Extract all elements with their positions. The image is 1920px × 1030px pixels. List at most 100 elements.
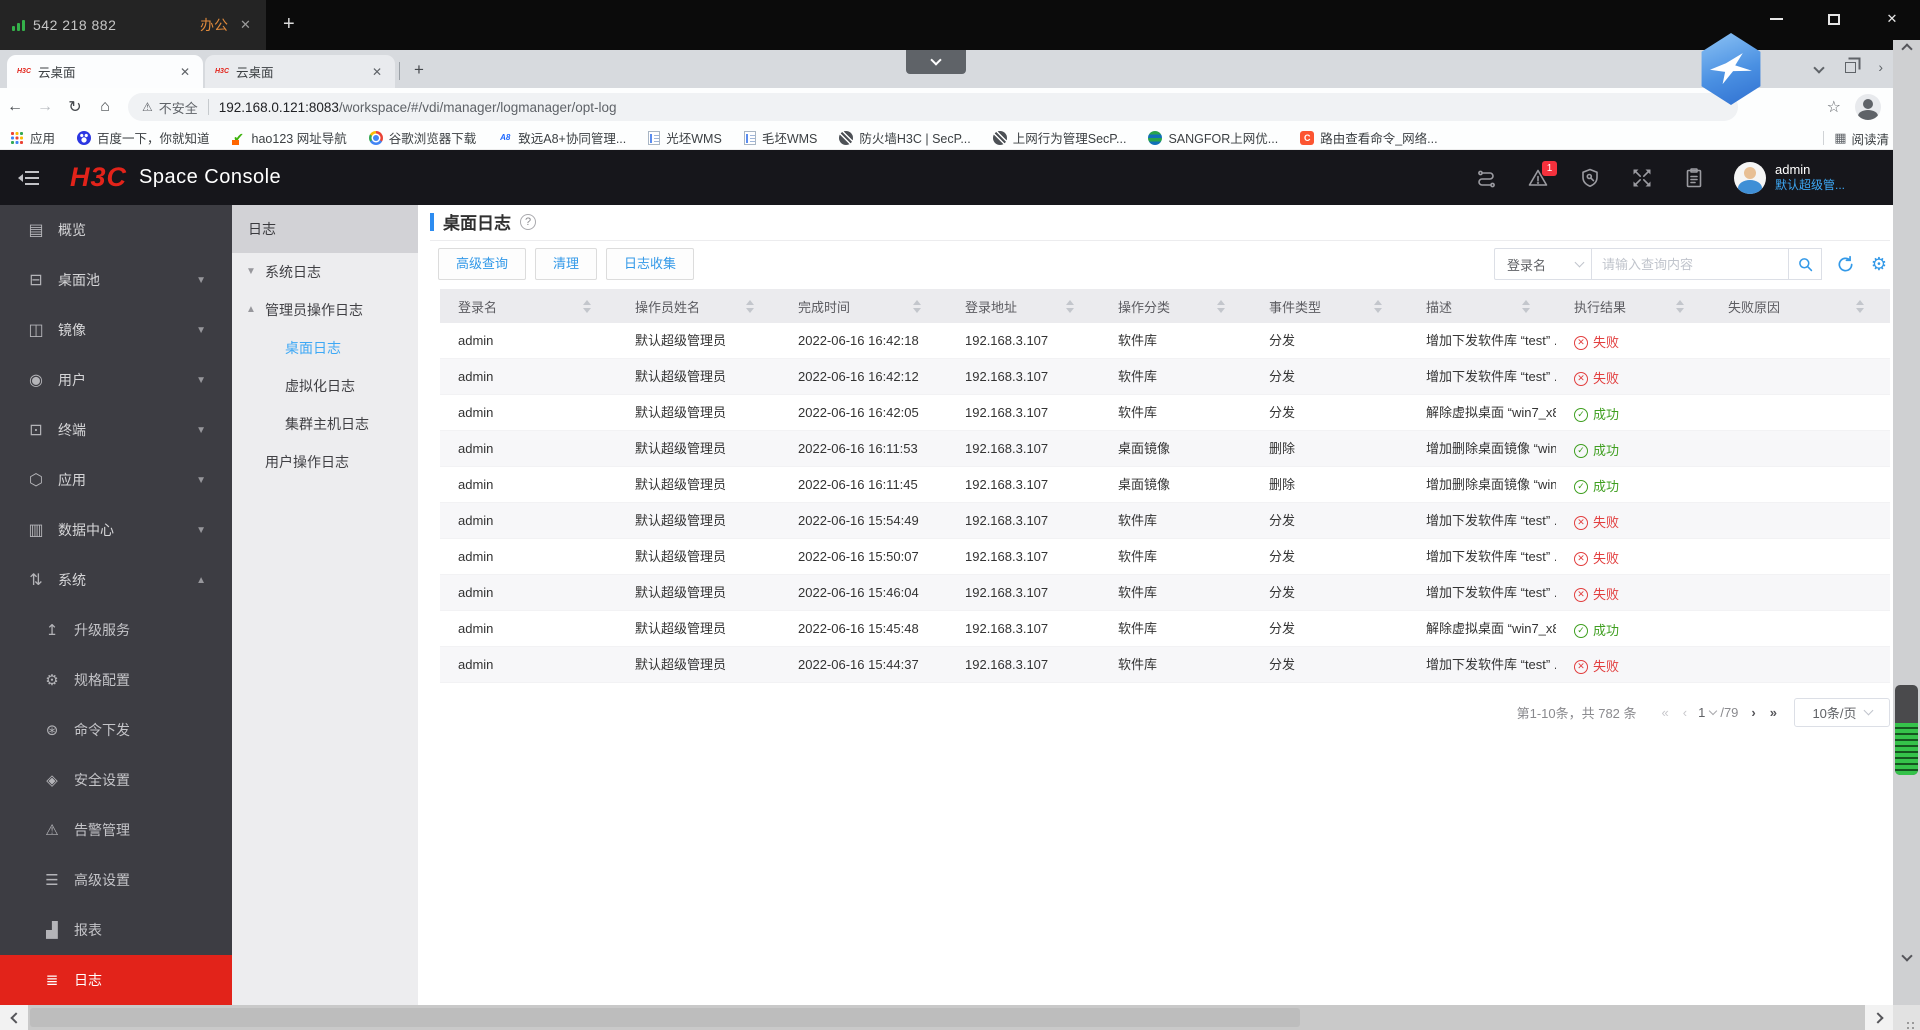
sidebar-item-高级设置[interactable]: ☰ 高级设置 [0,855,232,905]
new-tab-button[interactable]: + [408,60,430,82]
url-field[interactable]: ⚠ 不安全 192.168.0.121:8083 /workspace/#/vd… [128,93,1738,121]
sort-carets-icon[interactable] [1374,299,1382,313]
window-close-button[interactable]: ✕ [1872,6,1912,32]
sidebar-item-安全设置[interactable]: ◈ 安全设置 [0,755,232,805]
help-icon[interactable]: ? [520,213,536,230]
bookmark-star-icon[interactable]: ☆ [1827,97,1841,117]
bookmark-item[interactable]: C 路由查看命令_网络... [1300,128,1438,147]
page-size-select[interactable]: 10条/页 [1794,697,1890,727]
restore-window-icon[interactable] [1845,61,1857,73]
alarm-bell-icon[interactable]: 1 [1526,160,1557,190]
sidebar-item-概览[interactable]: ▤ 概览 [0,205,232,255]
bookmark-item[interactable]: 谷歌浏览器下载 [368,128,476,147]
bookmark-item[interactable]: A8 致远A8+协同管理... [498,128,626,147]
vertical-scrollbar-thumb[interactable] [1895,685,1918,775]
sidebar-collapse-icon[interactable] [18,166,42,190]
bookmark-item[interactable]: 毛坯WMS [743,128,817,147]
column-header-登录名[interactable]: 登录名 [440,289,617,323]
reload-button[interactable]: ↻ [60,97,90,117]
sort-carets-icon[interactable] [1856,299,1864,313]
column-settings-gear-icon[interactable]: ⚙ [1868,253,1890,275]
column-header-事件类型[interactable]: 事件类型 [1251,289,1408,323]
tree-item-管理员操作日志[interactable]: ▲ 管理员操作日志 [232,291,418,329]
sort-carets-icon[interactable] [913,299,921,313]
refresh-icon[interactable] [1834,253,1856,275]
tab-scroll-right-icon[interactable]: › [1878,59,1883,75]
task-flow-icon[interactable] [1474,166,1498,190]
window-dropdown-button[interactable] [906,50,966,74]
tab-close-icon[interactable]: ✕ [369,65,385,79]
column-header-执行结果[interactable]: 执行结果 [1556,289,1710,323]
log-collect-button[interactable]: 日志收集 [606,248,695,280]
column-header-操作员姓名[interactable]: 操作员姓名 [617,289,780,323]
search-button[interactable] [1788,249,1821,279]
audit-clipboard-icon[interactable] [1682,166,1706,190]
bookmark-item[interactable]: 百度一下，你就知道 [77,128,210,147]
first-page-icon[interactable]: « [1655,705,1676,720]
sort-carets-icon[interactable] [583,299,591,313]
scroll-right-icon[interactable] [1865,1005,1893,1030]
sidebar-item-数据中心[interactable]: ▥ 数据中心 ▼ [0,505,232,555]
sidebar-item-镜像[interactable]: ◫ 镜像 ▼ [0,305,232,355]
sidebar-item-日志[interactable]: ≣ 日志 [0,955,232,1005]
column-header-描述[interactable]: 描述 [1408,289,1556,323]
scroll-up-icon[interactable] [1893,43,1920,55]
bookmark-item[interactable]: 光坯WMS [648,128,722,147]
clean-button[interactable]: 清理 [535,248,598,280]
sidebar-item-命令下发[interactable]: ⊛ 命令下发 [0,705,232,755]
home-button[interactable]: ⌂ [90,98,120,116]
scroll-down-icon[interactable] [1893,950,1920,962]
tree-item-集群主机日志[interactable]: 集群主机日志 [232,405,418,443]
sidebar-item-应用[interactable]: ⬡ 应用 ▼ [0,455,232,505]
tab-close-icon[interactable]: ✕ [177,65,193,79]
current-page-select[interactable]: 1 [1694,705,1720,720]
resize-grip[interactable] [1893,1005,1920,1030]
sidebar-item-告警管理[interactable]: ⚠ 告警管理 [0,805,232,855]
sidebar-item-系统[interactable]: ⇅ 系统 ▲ [0,555,232,605]
license-shield-icon[interactable] [1578,166,1602,190]
remote-new-tab-button[interactable]: + [283,0,295,50]
sidebar-item-规格配置[interactable]: ⚙ 规格配置 [0,655,232,705]
tree-item-桌面日志[interactable]: 桌面日志 [232,329,418,367]
column-header-失败原因[interactable]: 失败原因 [1710,289,1890,323]
bookmark-item[interactable]: SANGFOR上网优... [1148,128,1278,147]
sort-carets-icon[interactable] [1066,299,1074,313]
forward-button[interactable]: → [30,98,60,116]
bookmark-item[interactable]: ✔ hao123 网址导航 [231,128,347,147]
tree-item-用户操作日志[interactable]: 用户操作日志 [232,443,418,481]
tree-item-虚拟化日志[interactable]: 虚拟化日志 [232,367,418,405]
column-header-操作分类[interactable]: 操作分类 [1100,289,1251,323]
back-button[interactable]: ← [0,98,30,116]
search-field-select[interactable]: 登录名 [1494,248,1592,280]
sort-carets-icon[interactable] [1522,299,1530,313]
scroll-left-icon[interactable] [0,1005,28,1030]
prev-page-icon[interactable]: ‹ [1676,705,1694,720]
remote-session-tab[interactable]: 542 218 882 办公 ✕ [0,0,266,50]
sidebar-item-桌面池[interactable]: ⊟ 桌面池 ▼ [0,255,232,305]
remote-tab-label[interactable]: 办公 [200,15,228,35]
vertical-scrollbar[interactable] [1893,40,1920,1005]
sort-carets-icon[interactable] [1676,299,1684,313]
fullscreen-icon[interactable] [1630,166,1654,190]
column-header-完成时间[interactable]: 完成时间 [780,289,947,323]
last-page-icon[interactable]: » [1763,705,1784,720]
horizontal-scrollbar-thumb[interactable] [30,1008,1300,1027]
browser-tab-inactive[interactable]: H3C 云桌面 ✕ [205,55,395,88]
user-menu[interactable]: admin 默认超级管... [1733,161,1845,194]
bookmark-item[interactable]: 应用 [10,128,55,147]
chevron-down-icon[interactable] [1813,60,1825,75]
bookmark-item[interactable]: 防火墙H3C | SecP... [839,128,971,147]
window-minimize-button[interactable] [1756,6,1796,32]
search-input[interactable] [1592,249,1788,279]
next-page-icon[interactable]: › [1744,705,1762,720]
sidebar-item-终端[interactable]: ⊡ 终端 ▼ [0,405,232,455]
sort-carets-icon[interactable] [1217,299,1225,313]
horizontal-scrollbar[interactable] [0,1005,1893,1030]
sort-carets-icon[interactable] [746,299,754,313]
window-maximize-button[interactable] [1814,6,1854,32]
advanced-query-button[interactable]: 高级查询 [438,248,527,280]
bookmark-item[interactable]: 上网行为管理SecP... [992,128,1126,147]
reading-list-label[interactable]: 阅读清 [1851,129,1889,148]
sidebar-item-报表[interactable]: ▟ 报表 [0,905,232,955]
sidebar-item-升级服务[interactable]: ↥ 升级服务 [0,605,232,655]
